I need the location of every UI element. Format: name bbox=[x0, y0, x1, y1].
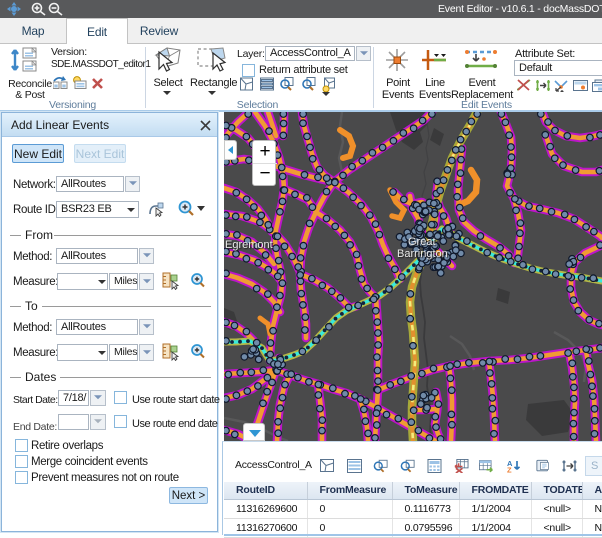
svg-text:Barrington: Barrington bbox=[397, 248, 448, 260]
svg-text:Z: Z bbox=[507, 466, 512, 473]
svg-text:Egremont: Egremont bbox=[225, 239, 273, 251]
svg-text:Great: Great bbox=[408, 236, 436, 248]
